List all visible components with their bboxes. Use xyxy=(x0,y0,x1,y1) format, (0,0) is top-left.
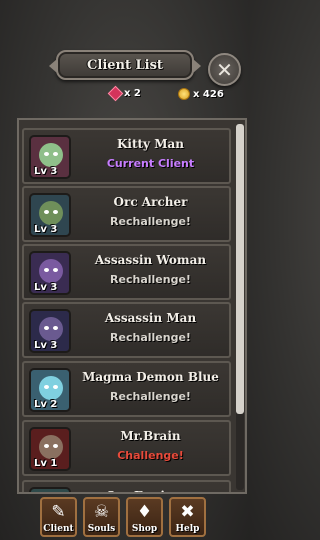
close-button[interactable]: ✕ xyxy=(208,53,241,86)
portrait: Lv 2 xyxy=(29,368,71,412)
client-name: Mr.Brain xyxy=(120,429,181,443)
client-status[interactable]: Challenge! xyxy=(74,449,227,462)
client-name: Kitty Man xyxy=(116,137,184,151)
title-banner: Client List xyxy=(49,50,201,80)
bottom-nav: ✎ Client ☠ Souls ♦ Shop ✖ Help xyxy=(40,497,210,539)
client-list[interactable]: Orc Engineer Lv 1 Mr.Brain Challenge! Lv… xyxy=(17,118,247,494)
client-name: Orc Engineer xyxy=(74,489,227,492)
gem-icon xyxy=(107,85,124,102)
client-status[interactable]: Current Client xyxy=(74,157,227,170)
nav-help-button[interactable]: ✖ Help xyxy=(169,497,206,537)
nav-label: Client xyxy=(43,524,74,534)
help-icon: ✖ xyxy=(180,502,195,522)
client-row[interactable]: Lv 3 Orc Archer Rechallenge! xyxy=(22,186,231,242)
client-name: Orc Archer xyxy=(113,195,188,209)
level-label: Lv 3 xyxy=(34,166,58,177)
level-label: Lv 3 xyxy=(34,282,58,293)
nav-label: Souls xyxy=(87,524,116,534)
coin-count: x 426 xyxy=(193,88,224,100)
nav-label: Help xyxy=(175,524,200,534)
close-icon: ✕ xyxy=(216,57,233,82)
client-name: Assassin Woman xyxy=(94,253,207,267)
client-name: Assassin Man xyxy=(104,311,197,325)
client-status[interactable]: Rechallenge! xyxy=(74,273,227,286)
portrait: Lv 1 xyxy=(29,427,71,471)
client-row[interactable]: Lv 3 Assassin Man Rechallenge! xyxy=(22,302,231,358)
nav-shop-button[interactable]: ♦ Shop xyxy=(126,497,163,537)
scroll-icon: ✎ xyxy=(51,502,66,522)
client-row[interactable]: Lv 3 Assassin Woman Rechallenge! xyxy=(22,244,231,300)
scroll-thumb[interactable] xyxy=(236,124,244,414)
coin-icon xyxy=(178,88,190,100)
level-label: Lv 3 xyxy=(34,224,58,235)
client-row[interactable]: Orc Engineer xyxy=(22,480,231,492)
portrait: Lv 3 xyxy=(29,309,71,353)
coin-counter: x 426 xyxy=(178,88,224,100)
client-row[interactable]: Lv 1 Mr.Brain Challenge! xyxy=(22,420,231,476)
nav-label: Shop xyxy=(131,524,158,534)
client-status[interactable]: Rechallenge! xyxy=(74,215,227,228)
portrait: Lv 3 xyxy=(29,193,71,237)
scrollbar[interactable] xyxy=(236,124,244,490)
client-row[interactable]: Lv 3 Kitty Man Current Client xyxy=(22,128,231,184)
level-label: Lv 3 xyxy=(34,340,58,351)
client-status[interactable]: Rechallenge! xyxy=(74,331,227,344)
portrait: Lv 3 xyxy=(29,135,71,179)
gem-count: x 2 xyxy=(124,88,141,99)
nav-souls-button[interactable]: ☠ Souls xyxy=(83,497,120,537)
client-status[interactable]: Rechallenge! xyxy=(74,390,227,403)
level-label: Lv 1 xyxy=(34,458,58,469)
gem-counter: x 2 xyxy=(107,85,141,102)
client-name: Magma Demon Blue xyxy=(82,370,219,384)
skull-icon: ☠ xyxy=(93,502,110,522)
gem-icon: ♦ xyxy=(136,502,153,522)
portrait xyxy=(29,487,71,492)
page-title: Client List xyxy=(87,57,163,73)
level-label: Lv 2 xyxy=(34,399,58,410)
client-row[interactable]: Lv 2 Magma Demon Blue Rechallenge! xyxy=(22,361,231,417)
portrait: Lv 3 xyxy=(29,251,71,295)
nav-client-button[interactable]: ✎ Client xyxy=(40,497,77,537)
